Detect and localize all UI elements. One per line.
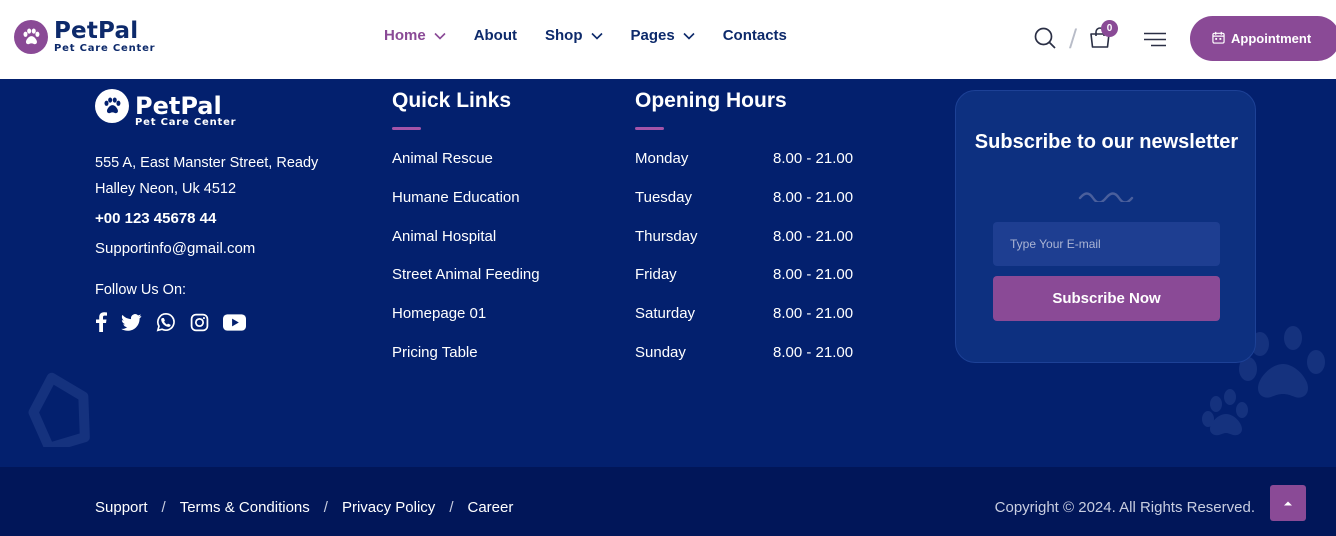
chevron-down-icon <box>683 27 695 44</box>
hours-day: Monday <box>635 150 689 167</box>
footer-bottom-bar: Support / Terms & Conditions / Privacy P… <box>0 467 1336 536</box>
nav-about[interactable]: About <box>474 27 517 44</box>
footer-email[interactable]: Supportinfo@gmail.com <box>95 240 345 257</box>
search-icon[interactable] <box>1033 26 1057 55</box>
hours-row: Saturday 8.00 - 21.00 <box>635 305 853 344</box>
hours-day: Tuesday <box>635 188 692 206</box>
nav-pages[interactable]: Pages <box>631 27 695 44</box>
instagram-icon[interactable] <box>190 313 209 332</box>
opening-hours-title: Opening Hours <box>635 89 787 112</box>
nav-about-label: About <box>473 27 518 44</box>
whatsapp-icon[interactable] <box>156 312 176 332</box>
bottom-links: Support / Terms & Conditions / Privacy P… <box>95 499 513 516</box>
quick-link-animal-rescue[interactable]: Animal Rescue <box>392 150 540 189</box>
header-logo[interactable]: PetPal Pet Care Center <box>14 20 155 54</box>
main-nav: Home About Shop Pages Contacts <box>384 27 815 44</box>
footer-quick-links-column: Quick Links Animal Rescue Humane Educati… <box>392 89 540 383</box>
footer-about-column: PetPal Pet Care Center 555 A, East Manst… <box>95 89 345 332</box>
paw-logo-icon <box>95 89 129 123</box>
appointment-button[interactable]: Appointment <box>1190 16 1336 61</box>
hours-row: Monday 8.00 - 21.00 <box>635 150 853 189</box>
title-underline <box>635 127 664 130</box>
footer-address: 555 A, East Manster Street, Ready Halley… <box>95 155 319 197</box>
chevron-down-icon <box>434 27 446 44</box>
title-underline <box>392 127 421 130</box>
twitter-icon[interactable] <box>121 313 142 331</box>
newsletter-email-input[interactable] <box>993 222 1220 266</box>
dog-house-deco-icon <box>28 372 90 447</box>
hours-row: Friday 8.00 - 21.00 <box>635 266 853 305</box>
quick-link-homepage-01[interactable]: Homepage 01 <box>392 305 540 344</box>
hours-time: 8.00 - 21.00 <box>773 227 854 245</box>
hours-day: Friday <box>635 266 677 284</box>
site-header: PetPal Pet Care Center Home About Shop P… <box>0 0 1336 79</box>
hours-time: 8.00 - 21.00 <box>773 266 854 284</box>
hours-day: Saturday <box>635 305 696 323</box>
appointment-label: Appointment <box>1231 31 1312 46</box>
nav-contacts[interactable]: Contacts <box>723 27 787 44</box>
paw-logo-icon <box>14 20 48 54</box>
menu-icon[interactable] <box>1143 32 1167 52</box>
hours-list: Monday 8.00 - 21.00 Tuesday 8.00 - 21.00 T… <box>635 150 853 383</box>
logo-title: PetPal <box>54 18 139 44</box>
footer-logo-title: PetPal <box>135 92 222 120</box>
newsletter-card: Subscribe to our newsletter Subscribe No… <box>955 90 1256 363</box>
hours-time: 8.00 - 21.00 <box>773 343 854 361</box>
nav-shop[interactable]: Shop <box>545 27 603 44</box>
bottom-link-terms[interactable]: Terms & Conditions <box>180 499 310 516</box>
quick-link-pricing-table[interactable]: Pricing Table <box>392 344 540 383</box>
nav-pages-label: Pages <box>630 27 675 44</box>
footer-opening-hours-column: Opening Hours Monday 8.00 - 21.00 Tuesday… <box>635 89 853 383</box>
hours-day: Sunday <box>635 343 686 361</box>
nav-home-label: Home <box>384 27 426 44</box>
footer-logo-subtitle: Pet Care Center <box>135 117 237 128</box>
cart-count-badge: 0 <box>1101 20 1118 37</box>
logo-subtitle: Pet Care Center <box>54 43 156 54</box>
link-separator: / <box>449 499 454 516</box>
nav-contacts-label: Contacts <box>722 27 787 44</box>
quick-links-title: Quick Links <box>392 89 512 112</box>
site-footer: PetPal Pet Care Center 555 A, East Manst… <box>0 79 1336 467</box>
social-links <box>95 312 345 332</box>
copyright-text: Copyright © 2024. All Rights Reserved. <box>994 499 1255 516</box>
subscribe-button[interactable]: Subscribe Now <box>993 276 1220 321</box>
nav-home[interactable]: Home <box>384 27 446 44</box>
quick-links-list: Animal Rescue Humane Education Animal Ho… <box>392 150 540 383</box>
chevron-down-icon <box>590 27 603 44</box>
hours-row: Tuesday 8.00 - 21.00 <box>635 189 853 228</box>
chevron-up-icon <box>1283 494 1293 512</box>
youtube-icon[interactable] <box>223 313 246 331</box>
newsletter-title: Subscribe to our newsletter <box>974 131 1239 153</box>
hours-time: 8.00 - 21.00 <box>773 305 854 323</box>
nav-shop-label: Shop <box>545 27 583 44</box>
header-divider: / <box>1069 24 1078 52</box>
hours-day: Thursday <box>635 227 698 245</box>
hours-row: Thursday 8.00 - 21.00 <box>635 228 853 267</box>
bottom-link-career[interactable]: Career <box>467 499 513 516</box>
squiggle-divider-icon <box>1078 189 1136 207</box>
hours-time: 8.00 - 21.00 <box>773 188 854 206</box>
link-separator: / <box>161 499 166 516</box>
quick-link-humane-education[interactable]: Humane Education <box>392 189 540 228</box>
bottom-link-support[interactable]: Support <box>95 499 148 516</box>
link-separator: / <box>323 499 328 516</box>
follow-label: Follow Us On: <box>95 282 187 298</box>
calendar-icon <box>1212 31 1231 47</box>
quick-link-animal-hospital[interactable]: Animal Hospital <box>392 228 540 267</box>
scroll-to-top-button[interactable] <box>1270 485 1306 521</box>
hours-row: Sunday 8.00 - 21.00 <box>635 344 853 383</box>
footer-phone[interactable]: +00 123 45678 44 <box>95 210 345 227</box>
bottom-link-privacy[interactable]: Privacy Policy <box>342 499 435 516</box>
hours-time: 8.00 - 21.00 <box>773 150 854 167</box>
facebook-icon[interactable] <box>95 312 107 332</box>
quick-link-street-animal-feeding[interactable]: Street Animal Feeding <box>392 266 540 305</box>
